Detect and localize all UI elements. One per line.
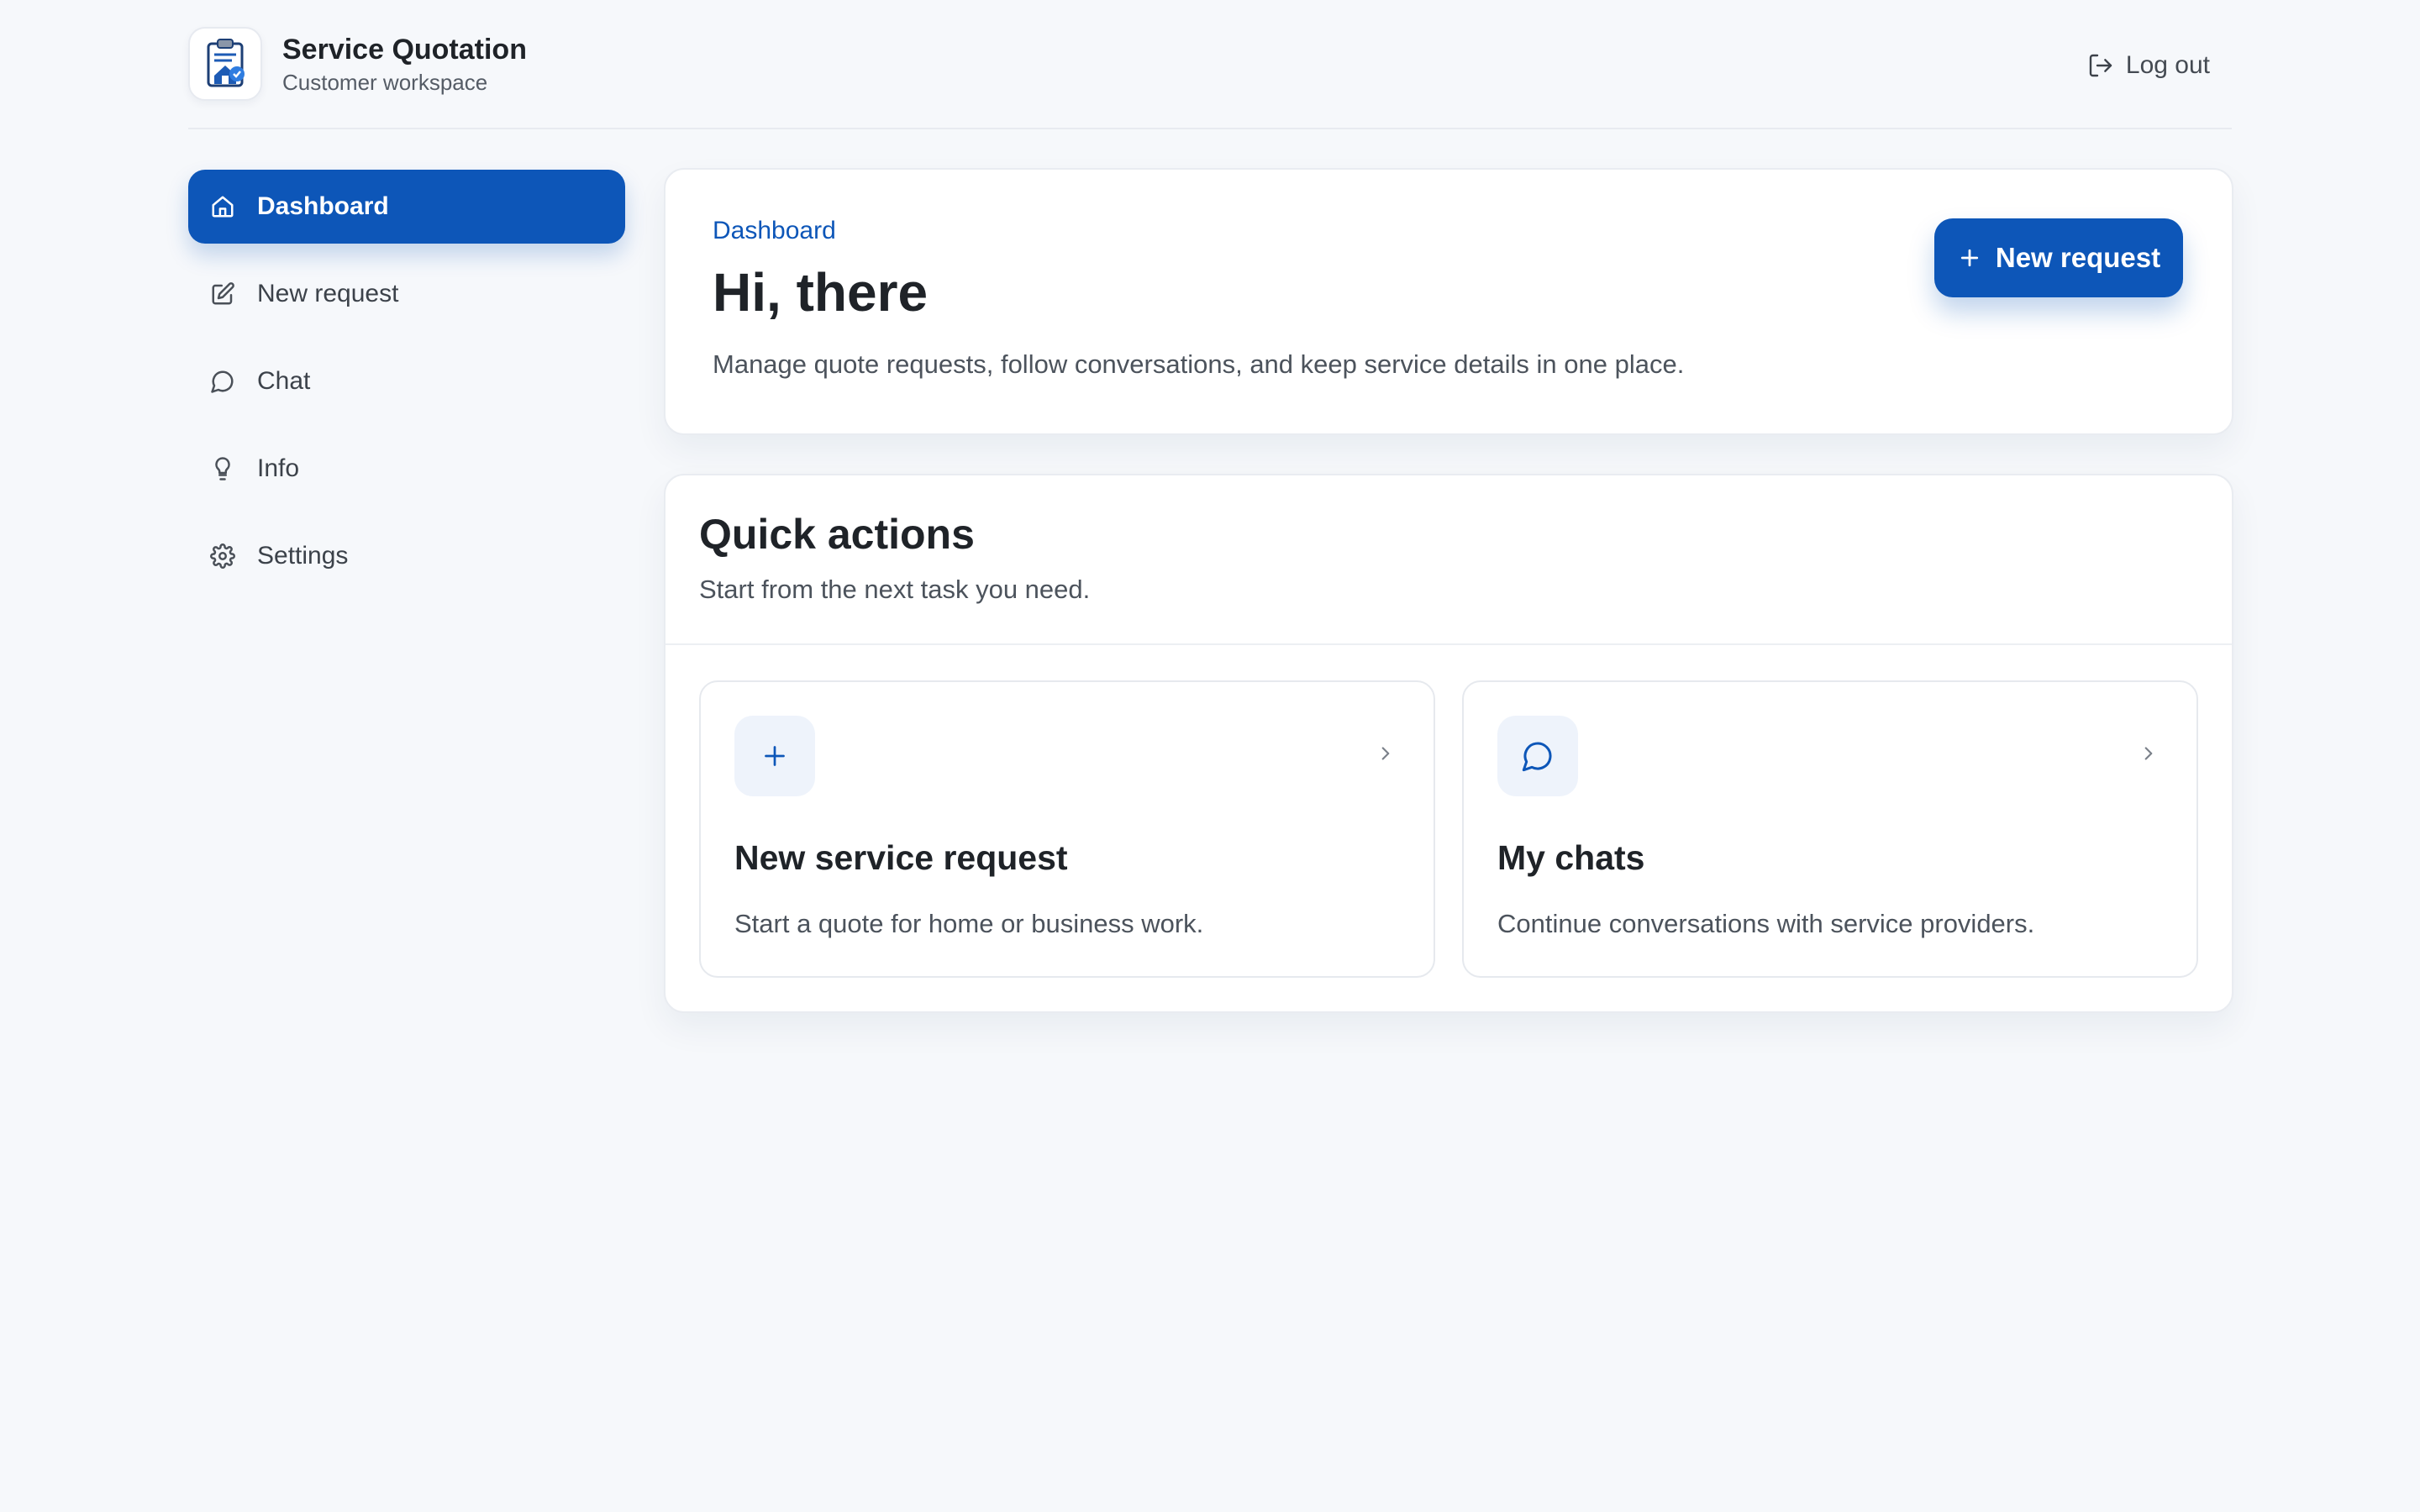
sidebar-item-settings[interactable]: Settings [188, 519, 625, 593]
lightbulb-icon [210, 456, 235, 481]
sidebar-item-label: Info [257, 454, 300, 482]
plus-icon [734, 716, 815, 796]
logout-label: Log out [2125, 51, 2210, 79]
sidebar-item-info[interactable]: Info [188, 432, 625, 506]
app-title: Service Quotation [282, 34, 527, 66]
sidebar-item-dashboard[interactable]: Dashboard [188, 170, 625, 244]
chevron-right-icon [2138, 743, 2160, 764]
sidebar-item-new-request[interactable]: New request [188, 257, 625, 331]
new-request-button-label: New request [1995, 242, 2161, 273]
home-icon [210, 194, 235, 219]
action-card-title: New service request [734, 838, 1068, 877]
action-card-title: My chats [1497, 838, 1645, 877]
plus-icon [1957, 245, 1982, 270]
edit-icon [210, 281, 235, 307]
app-header: Service Quotation Customer workspace Log… [188, 24, 2232, 129]
action-card-description: Start a quote for home or business work. [734, 909, 1204, 938]
sidebar-nav: Dashboard New request Chat Info Settings [188, 170, 625, 606]
clipboard-house-logo-icon [188, 27, 262, 101]
chat-bubble-icon [1497, 716, 1578, 796]
breadcrumb: Dashboard [713, 217, 836, 244]
sidebar-item-label: New request [257, 280, 399, 307]
sidebar-item-label: Chat [257, 367, 311, 395]
logout-button[interactable]: Log out [2087, 45, 2210, 86]
sidebar-item-label: Settings [257, 542, 349, 570]
gear-icon [210, 543, 235, 569]
my-chats-card[interactable]: My chats Continue conversations with ser… [1462, 680, 2198, 978]
quick-actions-card: Quick actions Start from the next task y… [664, 474, 2233, 1013]
action-card-description: Continue conversations with service prov… [1497, 909, 2035, 938]
chevron-right-icon [1375, 743, 1397, 764]
new-request-button[interactable]: New request [1934, 218, 2183, 297]
app-subtitle: Customer workspace [282, 70, 488, 95]
page-description: Manage quote requests, follow conversati… [713, 349, 1685, 379]
brand[interactable]: Service Quotation Customer workspace [188, 27, 527, 101]
quick-actions-subtitle: Start from the next task you need. [699, 575, 1091, 604]
quick-actions-header: Quick actions Start from the next task y… [666, 475, 2232, 645]
chat-bubble-icon [210, 369, 235, 394]
quick-actions-title: Quick actions [699, 511, 975, 558]
page-title: Hi, there [713, 262, 929, 323]
dashboard-hero-card: Dashboard Hi, there Manage quote request… [664, 168, 2233, 435]
sidebar-item-chat[interactable]: Chat [188, 344, 625, 418]
sidebar-item-label: Dashboard [257, 192, 389, 220]
logout-icon [2087, 52, 2114, 79]
new-service-request-card[interactable]: New service request Start a quote for ho… [699, 680, 1435, 978]
